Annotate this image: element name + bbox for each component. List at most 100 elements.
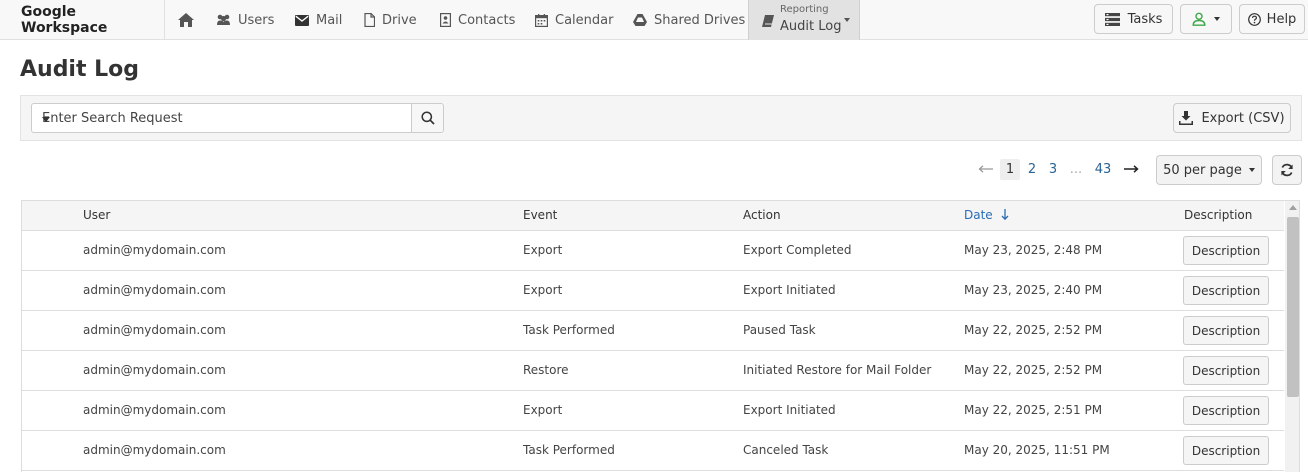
download-icon (1179, 111, 1194, 125)
export-csv-label: Export (CSV) (1201, 110, 1285, 126)
description-button[interactable]: Description (1183, 276, 1269, 305)
nav-reporting-audit-log[interactable]: Reporting Audit Log (748, 0, 860, 40)
description-button[interactable]: Description (1183, 316, 1269, 345)
prev-page-arrow[interactable] (978, 158, 993, 180)
cell-action: Paused Task (743, 323, 816, 337)
chevron-down-icon[interactable] (42, 117, 50, 122)
table-row: admin@mydomain.com Restore Initiated Resto… (22, 351, 1284, 391)
page-title: Audit Log (20, 57, 140, 82)
cell-date: May 23, 2025, 2:40 PM (964, 283, 1103, 297)
table-row: admin@mydomain.com Export Export Initiated… (22, 391, 1284, 431)
tasks-list-icon (1104, 12, 1120, 26)
description-button[interactable]: Description (1183, 436, 1269, 465)
cell-date: May 22, 2025, 2:51 PM (964, 403, 1103, 417)
nav-drive-label: Drive (382, 12, 417, 28)
envelope-icon (295, 14, 309, 26)
cell-date: May 22, 2025, 2:52 PM (964, 323, 1103, 337)
page-3[interactable]: 3 (1044, 159, 1062, 180)
column-date[interactable]: Date (964, 208, 1009, 222)
search-button[interactable] (411, 103, 444, 133)
table-row: admin@mydomain.com Task Performed Canceled… (22, 431, 1284, 471)
audit-log-table: User Event Action Date Description admin… (21, 200, 1300, 472)
description-button[interactable]: Description (1183, 356, 1269, 385)
per-page-select[interactable]: 50 per page (1156, 155, 1262, 185)
cell-event: Task Performed (523, 443, 615, 457)
cell-action: Export Initiated (743, 403, 836, 417)
brand-title[interactable]: Google Workspace (0, 0, 165, 40)
arrow-right-icon (1124, 165, 1139, 173)
cell-action: Initiated Restore for Mail Folder (743, 363, 932, 377)
cell-event: Export (523, 283, 563, 297)
nav-shared-drives[interactable]: Shared Drives (633, 0, 745, 40)
table-row: admin@mydomain.com Task Performed Paused T… (22, 311, 1284, 351)
page-1[interactable]: 1 (1000, 159, 1020, 180)
cell-date: May 22, 2025, 2:52 PM (964, 363, 1103, 377)
nav-calendar-label: Calendar (555, 12, 614, 28)
users-icon (217, 14, 230, 25)
home-icon (178, 13, 194, 27)
cell-event: Task Performed (523, 323, 615, 337)
cell-date: May 23, 2025, 2:48 PM (964, 243, 1103, 257)
arrow-left-icon (978, 165, 993, 173)
cell-action: Export Initiated (743, 283, 836, 297)
nav-mail-label: Mail (316, 12, 343, 28)
file-icon (364, 13, 375, 27)
cell-action: Export Completed (743, 243, 852, 257)
scroll-up-arrow-icon[interactable] (1289, 205, 1297, 210)
user-icon (1192, 12, 1206, 26)
cell-event: Export (523, 243, 563, 257)
column-action[interactable]: Action (743, 208, 781, 222)
help-button[interactable]: Help (1239, 4, 1305, 34)
next-page-arrow[interactable] (1124, 158, 1139, 180)
table-row: admin@mydomain.com Export Export Completed… (22, 231, 1284, 271)
audit-log-nav-label: Audit Log (780, 19, 842, 34)
cell-user: admin@mydomain.com (83, 363, 226, 377)
chevron-down-icon (844, 18, 850, 22)
help-button-label: Help (1266, 11, 1297, 27)
nav-drive[interactable]: Drive (364, 0, 417, 40)
contact-card-icon (440, 13, 451, 27)
tasks-button[interactable]: Tasks (1094, 4, 1173, 34)
column-user[interactable]: User (83, 208, 110, 222)
cell-user: admin@mydomain.com (83, 323, 226, 337)
nav-calendar[interactable]: Calendar (535, 0, 613, 40)
nav-users[interactable]: Users (216, 0, 274, 40)
export-csv-button[interactable]: Export (CSV) (1173, 103, 1291, 133)
reporting-label: Reporting (780, 4, 829, 15)
search-icon (420, 111, 435, 125)
nav-mail[interactable]: Mail (295, 0, 342, 40)
cell-action: Canceled Task (743, 443, 829, 457)
nav-contacts[interactable]: Contacts (440, 0, 515, 40)
top-navbar: Google Workspace Users Mail Drive Contac… (0, 0, 1308, 40)
scrollbar-thumb[interactable] (1287, 217, 1299, 397)
user-menu-button[interactable] (1180, 4, 1232, 34)
per-page-label: 50 per page (1163, 162, 1242, 178)
refresh-icon (1281, 163, 1293, 177)
chevron-down-icon (1214, 17, 1220, 21)
help-circle-icon (1247, 12, 1261, 26)
column-date-label: Date (964, 208, 993, 222)
sort-desc-arrow-icon (1001, 209, 1008, 221)
cell-user: admin@mydomain.com (83, 283, 226, 297)
drive-triangle-icon (633, 14, 647, 26)
vertical-scrollbar[interactable] (1285, 201, 1299, 472)
search-input[interactable]: Enter Search Request (31, 103, 411, 133)
tasks-button-label: Tasks (1127, 11, 1163, 27)
calendar-icon (535, 13, 548, 27)
column-event[interactable]: Event (523, 208, 557, 222)
cell-user: admin@mydomain.com (83, 443, 226, 457)
cell-user: admin@mydomain.com (83, 403, 226, 417)
nav-home[interactable] (178, 0, 201, 40)
cell-event: Restore (523, 363, 569, 377)
book-icon (762, 15, 774, 27)
refresh-button[interactable] (1272, 155, 1302, 185)
page-ellipsis: ... (1069, 162, 1083, 177)
description-button[interactable]: Description (1183, 236, 1269, 265)
page-last[interactable]: 43 (1090, 159, 1116, 180)
nav-contacts-label: Contacts (458, 12, 516, 28)
page-2[interactable]: 2 (1023, 159, 1041, 180)
search-toolbar: Enter Search Request Export (CSV) (20, 95, 1302, 141)
description-button[interactable]: Description (1183, 396, 1269, 425)
nav-users-label: Users (238, 12, 275, 28)
column-description: Description (1184, 208, 1253, 222)
